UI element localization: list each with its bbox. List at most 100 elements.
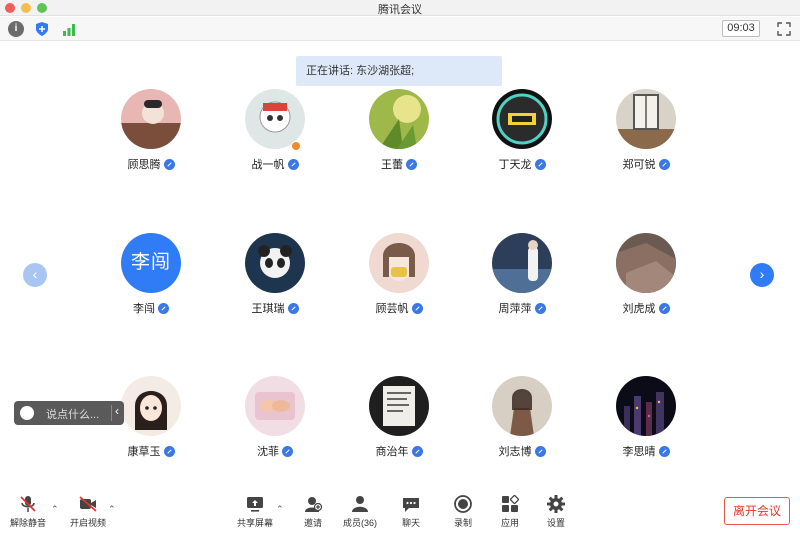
chat-icon <box>403 498 419 512</box>
participant-name: 顾思腾 <box>127 159 161 171</box>
mic-muted-icon <box>287 159 299 170</box>
avatar <box>369 376 429 436</box>
record-icon <box>454 495 472 513</box>
mic-muted-icon <box>158 303 169 314</box>
avatar <box>616 376 676 436</box>
emoji-icon[interactable] <box>20 406 34 420</box>
record-button[interactable]: 录制 <box>448 494 478 532</box>
participant-tile[interactable]: 李闯 李闯 <box>101 233 201 333</box>
next-page-button[interactable]: › <box>750 263 774 287</box>
avatar <box>369 233 429 293</box>
avatar <box>245 376 305 436</box>
avatar <box>245 233 305 293</box>
mic-muted-icon <box>658 446 670 457</box>
participant-name-row: 李思晴 <box>596 443 696 459</box>
participant-name-row: 顾芸帆 <box>349 300 449 316</box>
quick-chat-input[interactable]: 说点什么... ‹ <box>14 401 124 425</box>
participant-tile[interactable]: 周萍萍 <box>472 233 572 333</box>
participant-name: 李闯 <box>133 303 155 315</box>
participant-name-row: 沈菲 <box>225 443 325 459</box>
apps-icon <box>502 495 519 512</box>
members-icon <box>352 496 368 512</box>
mic-muted-icon <box>282 446 293 457</box>
share-screen-icon <box>247 497 263 512</box>
participant-name-row: 刘志博 <box>472 443 572 459</box>
start-video-button[interactable]: 开启视频 <box>68 494 108 532</box>
participant-tile[interactable]: 刘志博 <box>472 376 572 476</box>
participant-name: 康草玉 <box>127 446 161 458</box>
participant-name-row: 康草玉 <box>101 443 201 459</box>
participant-name-row: 郑可锐 <box>596 156 696 172</box>
chat-placeholder: 说点什么... <box>46 409 100 421</box>
members-button[interactable]: 成员(36) <box>338 494 382 532</box>
mic-muted-icon <box>163 159 175 170</box>
participant-tile[interactable]: 顾思腾 <box>101 89 201 189</box>
participant-name-row: 周萍萍 <box>472 300 572 316</box>
mic-muted-icon <box>411 446 423 457</box>
mic-muted-icon <box>406 159 417 170</box>
participant-tile[interactable]: 康草玉 <box>101 376 201 476</box>
record-label: 录制 <box>453 518 472 528</box>
participant-name-row: 王琪瑞 <box>225 300 325 316</box>
participant-tile[interactable]: 顾芸帆 <box>349 233 449 333</box>
participant-tile[interactable]: 战一帆 <box>225 89 325 189</box>
participant-tile[interactable]: 刘虎成 <box>596 233 696 333</box>
unmute-label: 解除静音 <box>9 518 46 528</box>
participant-name-row: 李闯 <box>101 300 201 316</box>
avatar <box>616 233 676 293</box>
leave-meeting-button[interactable]: 离开会议 <box>724 497 790 525</box>
collapse-chat-icon[interactable]: ‹ <box>115 404 119 418</box>
participant-name-row: 顾思腾 <box>101 156 201 172</box>
participant-name: 顾芸帆 <box>375 303 409 315</box>
participant-tile[interactable]: 王琪瑞 <box>225 233 325 333</box>
participant-name-row: 丁天龙 <box>472 156 572 172</box>
participant-name: 战一帆 <box>251 159 285 171</box>
avatar <box>492 233 552 293</box>
participant-name-row: 刘虎成 <box>596 300 696 316</box>
camera-off-icon <box>79 496 97 512</box>
mic-muted-icon <box>534 303 546 314</box>
bottom-toolbar: 解除静音 ⌃ 开启视频 ⌃ 共享屏幕 ⌃ 邀请 成员(36) 聊天 录制 应用 … <box>0 484 800 533</box>
participant-name: 郑可锐 <box>622 159 656 171</box>
previous-page-button[interactable]: ‹ <box>23 263 47 287</box>
audio-options-chevron-icon[interactable]: ⌃ <box>51 504 59 515</box>
participant-name: 商治年 <box>375 446 409 458</box>
share-screen-label: 共享屏幕 <box>236 518 273 528</box>
mic-off-icon <box>20 496 36 512</box>
avatar <box>121 376 181 436</box>
participant-tile[interactable]: 王蕾 <box>349 89 449 189</box>
apps-label: 应用 <box>500 518 519 528</box>
participant-tile[interactable]: 沈菲 <box>225 376 325 476</box>
share-options-chevron-icon[interactable]: ⌃ <box>276 504 284 515</box>
invite-icon <box>305 497 323 512</box>
divider <box>111 405 112 421</box>
mic-muted-icon <box>658 303 670 314</box>
chat-button[interactable]: 聊天 <box>396 494 426 532</box>
mic-muted-icon <box>658 159 670 170</box>
video-options-chevron-icon[interactable]: ⌃ <box>108 504 116 515</box>
apps-button[interactable]: 应用 <box>495 494 525 532</box>
participant-name-row: 商治年 <box>349 443 449 459</box>
participant-name: 沈菲 <box>257 446 279 458</box>
participant-tile[interactable]: 李思晴 <box>596 376 696 476</box>
participant-name: 丁天龙 <box>498 159 532 171</box>
participant-tile[interactable]: 丁天龙 <box>472 89 572 189</box>
invite-label: 邀请 <box>303 518 322 528</box>
gear-icon <box>547 495 565 513</box>
invite-button[interactable]: 邀请 <box>296 494 330 532</box>
mic-muted-icon <box>287 303 299 314</box>
start-video-label: 开启视频 <box>69 518 106 528</box>
avatar <box>492 376 552 436</box>
mic-muted-icon <box>534 446 546 457</box>
settings-button[interactable]: 设置 <box>541 494 571 532</box>
participant-tile[interactable]: 商治年 <box>349 376 449 476</box>
avatar <box>369 89 429 149</box>
mic-muted-icon <box>163 446 175 457</box>
participant-tile[interactable]: 郑可锐 <box>596 89 696 189</box>
participant-name: 李思晴 <box>622 446 656 458</box>
host-badge-icon <box>291 141 301 151</box>
unmute-button[interactable]: 解除静音 <box>8 494 48 532</box>
participant-name: 刘虎成 <box>622 303 656 315</box>
share-screen-button[interactable]: 共享屏幕 <box>234 494 276 532</box>
participant-name: 刘志博 <box>498 446 532 458</box>
